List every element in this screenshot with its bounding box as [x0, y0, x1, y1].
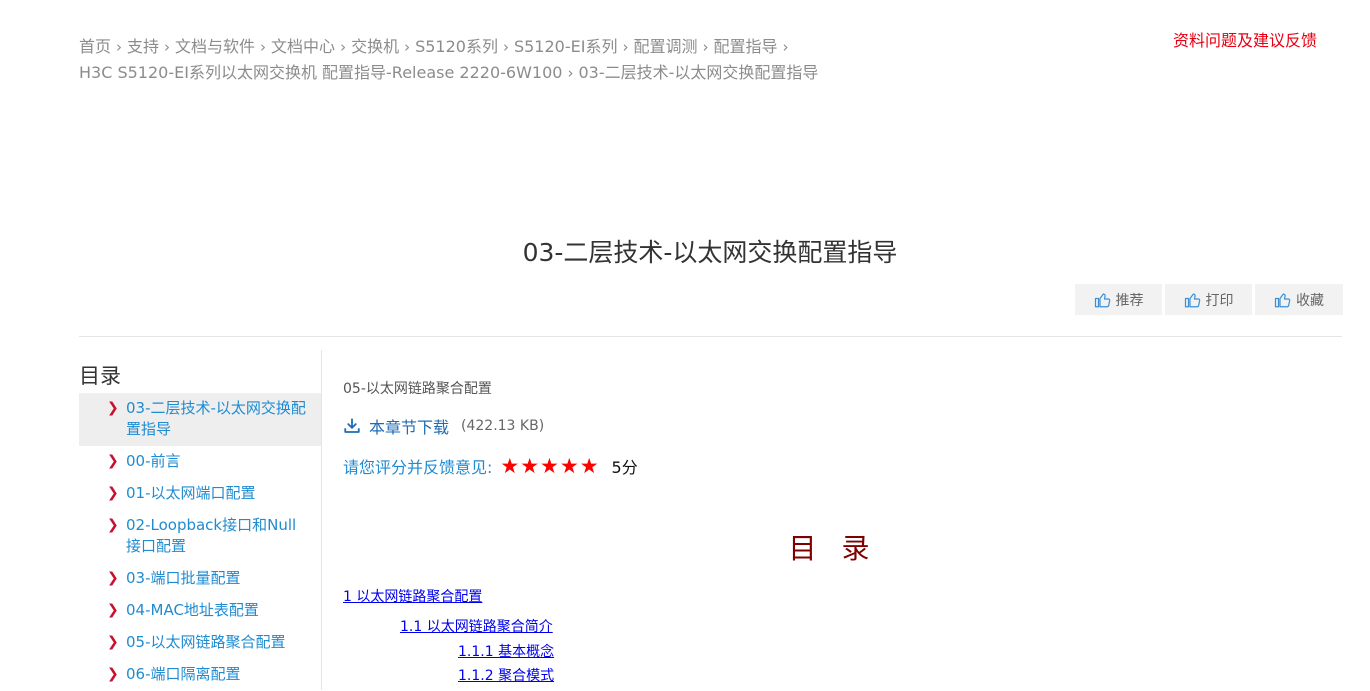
doc-toc-heading: 目 录 — [788, 532, 878, 565]
breadcrumb-doc-center[interactable]: 文档中心 — [271, 37, 335, 56]
chevron-right-icon: ❯ — [107, 400, 119, 416]
toc-link-1-1[interactable]: 1.1 以太网链路聚合简介 — [400, 616, 553, 636]
breadcrumb: 首页 › 支持 › 文档与软件 › 文档中心 › 交换机 › S5120系列 › S5120-EI系列 ›… — [79, 34, 1139, 86]
sidebar-divider — [321, 350, 322, 690]
section-name: 05-以太网链路聚合配置 — [343, 381, 492, 397]
sidebar-item-preface[interactable]: ❯ 00-前言 — [79, 446, 321, 478]
toc-link-1[interactable]: 1 以太网链路聚合配置 — [343, 586, 482, 606]
breadcrumb-s5120-series[interactable]: S5120系列 — [415, 37, 498, 56]
sidebar-item-port-batch[interactable]: ❯ 03-端口批量配置 — [79, 563, 321, 595]
sidebar-item-mac-table[interactable]: ❯ 04-MAC地址表配置 — [79, 595, 321, 627]
favorite-label: 收藏 — [1296, 292, 1324, 309]
download-icon — [344, 418, 360, 433]
breadcrumb-support[interactable]: 支持 — [127, 37, 159, 56]
sidebar-item-label: 00-前言 — [126, 452, 181, 470]
toc-link-1-1-1[interactable]: 1.1.1 基本概念 — [458, 641, 554, 661]
file-size: (422.13 KB) — [461, 418, 545, 434]
breadcrumb-config-guide[interactable]: 配置指导 — [713, 37, 777, 56]
chevron-right-icon: ❯ — [107, 453, 119, 469]
sidebar-item-label: 01-以太网端口配置 — [126, 484, 256, 502]
toc-link-1-1-2[interactable]: 1.1.2 聚合模式 — [458, 665, 554, 685]
page-title: 03-二层技术-以太网交换配置指导 — [522, 238, 898, 267]
print-label: 打印 — [1205, 292, 1234, 309]
breadcrumb-separator: › — [404, 38, 411, 56]
breadcrumb-switches[interactable]: 交换机 — [351, 37, 399, 56]
breadcrumb-s5120-ei-series[interactable]: S5120-EI系列 — [514, 37, 617, 56]
breadcrumb-separator: › — [164, 38, 171, 56]
sidebar-item-ethernet-port[interactable]: ❯ 01-以太网端口配置 — [79, 478, 321, 510]
recommend-label: 推荐 — [1115, 292, 1144, 309]
breadcrumb-current[interactable]: 03-二层技术-以太网交换配置指导 — [578, 63, 818, 82]
sidebar-item-loopback-null[interactable]: ❯ 02-Loopback接口和Null接口配置 — [79, 510, 321, 563]
star-rating[interactable]: ★★★★★ — [500, 454, 599, 478]
breadcrumb-docs-software[interactable]: 文档与软件 — [175, 37, 255, 56]
chevron-right-icon: ❯ — [107, 485, 119, 501]
breadcrumb-separator: › — [782, 38, 789, 56]
sidebar-item-link-aggregation[interactable]: ❯ 05-以太网链路聚合配置 — [79, 627, 321, 659]
thumbs-up-icon — [1184, 292, 1200, 307]
recommend-button[interactable]: 推荐 — [1075, 284, 1162, 315]
breadcrumb-separator: › — [702, 38, 709, 56]
breadcrumb-home[interactable]: 首页 — [79, 37, 111, 56]
rating-row: 请您评分并反馈意见: ★★★★★ 5分 — [343, 454, 1333, 478]
breadcrumb-separator: › — [340, 38, 347, 56]
breadcrumb-config-debug[interactable]: 配置调测 — [633, 37, 697, 56]
print-button[interactable]: 打印 — [1165, 284, 1252, 315]
favorite-button[interactable]: 收藏 — [1255, 284, 1343, 315]
chevron-right-icon: ❯ — [107, 602, 119, 618]
rating-score: 5分 — [611, 458, 638, 477]
header-divider — [79, 336, 1342, 337]
breadcrumb-separator: › — [567, 64, 574, 82]
sidebar-item-label: 03-端口批量配置 — [126, 569, 241, 587]
chevron-right-icon: ❯ — [107, 666, 119, 682]
sidebar-item-label: 03-二层技术-以太网交换配置指导 — [126, 399, 306, 438]
thumbs-up-icon — [1094, 292, 1110, 307]
sidebar-item-label: 05-以太网链路聚合配置 — [126, 633, 286, 651]
sidebar-item-label: 02-Loopback接口和Null接口配置 — [126, 516, 297, 555]
sidebar-item-current-guide[interactable]: ❯ 03-二层技术-以太网交换配置指导 — [79, 393, 321, 446]
download-link[interactable]: 本章节下载 — [369, 414, 449, 438]
breadcrumb-release-guide[interactable]: H3C S5120-EI系列以太网交换机 配置指导-Release 2220-6… — [79, 63, 562, 82]
thumbs-up-icon — [1274, 292, 1291, 307]
breadcrumb-separator: › — [116, 38, 123, 56]
sidebar-item-label: 04-MAC地址表配置 — [126, 601, 259, 619]
feedback-link[interactable]: 资料问题及建议反馈 — [1173, 27, 1317, 51]
download-row: 本章节下载 (422.13 KB) — [343, 414, 1333, 438]
chevron-right-icon: ❯ — [107, 570, 119, 586]
action-bar: 推荐 打印 收藏 — [1075, 284, 1343, 315]
breadcrumb-separator: › — [622, 38, 629, 56]
sidebar-item-port-isolation[interactable]: ❯ 06-端口隔离配置 — [79, 659, 321, 691]
main-content: 05-以太网链路聚合配置 本章节下载 (422.13 KB) 请您评分并反馈意见… — [343, 378, 1333, 478]
sidebar-item-label: 06-端口隔离配置 — [126, 665, 241, 683]
sidebar-heading: 目录 — [79, 364, 121, 388]
sidebar: ❯ 03-二层技术-以太网交换配置指导 ❯ 00-前言 ❯ 01-以太网端口配置… — [79, 393, 321, 691]
breadcrumb-separator: › — [502, 38, 509, 56]
rating-prompt: 请您评分并反馈意见: — [343, 458, 493, 477]
chevron-right-icon: ❯ — [107, 517, 119, 533]
breadcrumb-separator: › — [260, 38, 267, 56]
chevron-right-icon: ❯ — [107, 634, 119, 650]
